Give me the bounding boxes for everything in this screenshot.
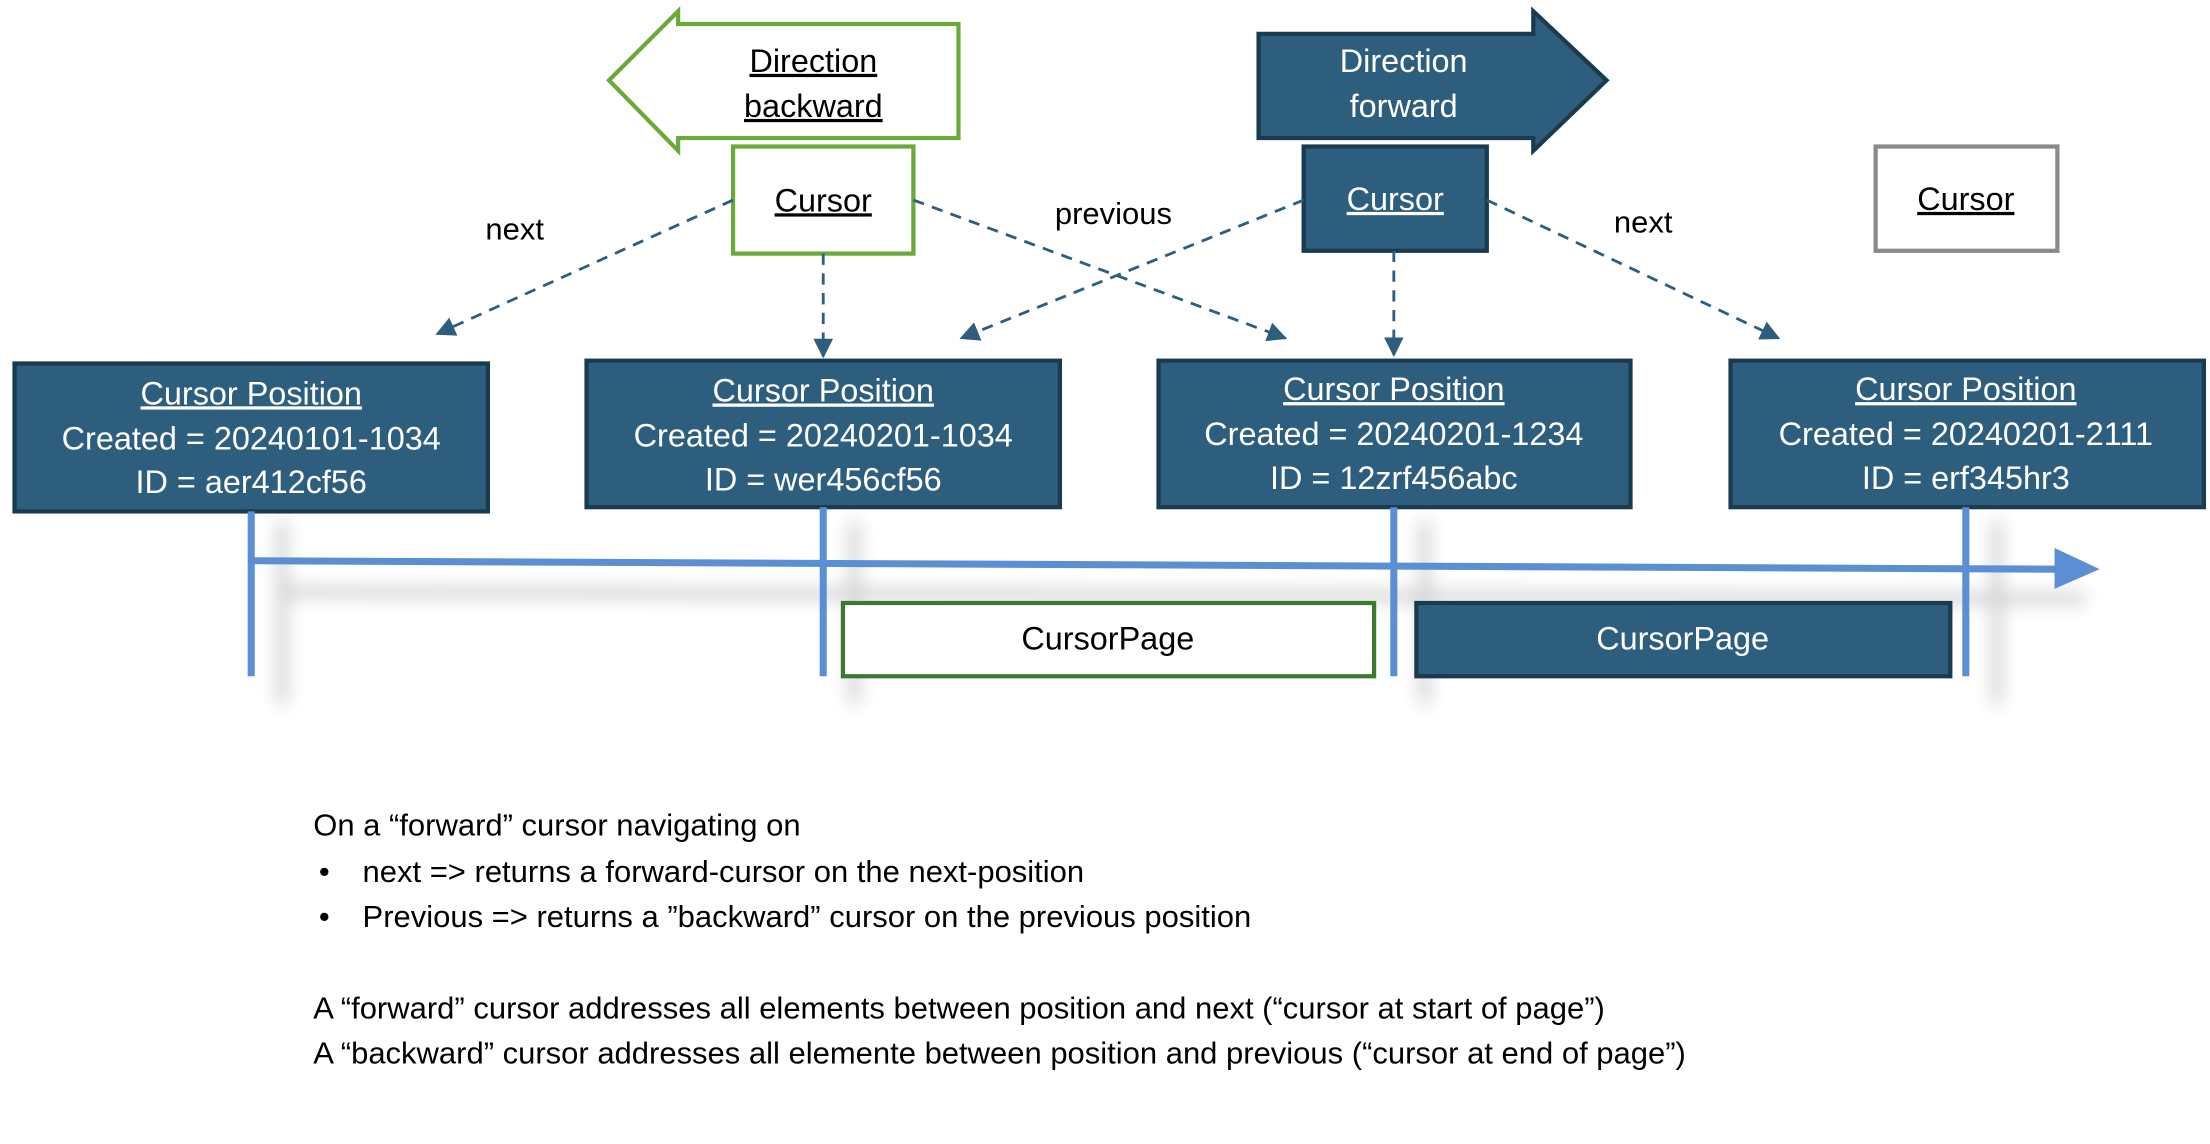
direction-backward-arrow: Direction backward (606, 6, 961, 156)
notes-intro: On a “forward” cursor navigating on (313, 807, 800, 842)
edge-label-next-right: next (1614, 204, 1673, 239)
cursor-page-label: CursorPage (1021, 620, 1194, 656)
cursor-page-forward: CursorPage (1414, 600, 1953, 679)
cursor-page-label: CursorPage (1596, 620, 1769, 656)
edge-label-next-left: next (485, 212, 544, 247)
edge-label-previous: previous (1055, 196, 1172, 231)
position-title: Cursor Position (1283, 371, 1504, 407)
position-id: ID = erf345hr3 (1862, 460, 2070, 496)
position-box: Cursor Position Created = 20240101-1034 … (12, 361, 491, 514)
position-box: Cursor Position Created = 20240201-1234 … (1156, 358, 1633, 510)
position-id: ID = wer456cf56 (705, 461, 942, 497)
bullet-icon: • (319, 854, 330, 889)
direction-forward-line1: Direction (1340, 43, 1468, 79)
bullet-icon: • (319, 899, 330, 934)
notes-line-backward: A “backward” cursor addresses all elemen… (313, 1036, 1686, 1071)
cursor-label: Cursor (775, 182, 872, 218)
notes-bullet: next => returns a forward-cursor on the … (363, 854, 1085, 889)
cursor-forward: Cursor (1301, 144, 1489, 253)
position-created: Created = 20240201-1034 (634, 418, 1013, 454)
position-box: Cursor Position Created = 20240201-1034 … (584, 358, 1063, 510)
direction-forward-arrow: Direction forward (1256, 6, 1610, 156)
notes-line-forward: A “forward” cursor addresses all element… (313, 991, 1605, 1026)
cursor-page-backward: CursorPage (840, 600, 1377, 679)
position-title: Cursor Position (141, 375, 362, 411)
position-title: Cursor Position (1855, 371, 2076, 407)
position-id: ID = 12zrf456abc (1270, 460, 1518, 496)
position-box: Cursor Position Created = 20240201-2111 … (1728, 358, 2207, 510)
position-title: Cursor Position (713, 373, 934, 409)
position-created: Created = 20240201-2111 (1779, 416, 2153, 452)
cursor-inactive: Cursor (1873, 144, 2060, 253)
explanation-notes: On a “forward” cursor navigating on • ne… (313, 807, 1686, 1070)
position-created: Created = 20240201-1234 (1204, 416, 1583, 452)
position-created: Created = 20240101-1034 (62, 420, 441, 456)
position-id: ID = aer412cf56 (136, 464, 367, 500)
arrow-backward-next (435, 198, 734, 336)
direction-backward-line1: Direction (749, 43, 877, 79)
direction-backward-line2: backward (744, 88, 883, 124)
cursor-label: Cursor (1347, 181, 1444, 217)
cursor-label: Cursor (1917, 181, 2014, 217)
cursor-backward: Cursor (730, 144, 916, 256)
timeline-arrowhead (2054, 548, 2100, 589)
cursor-diagram: Direction backward Direction forward Cur… (12, 6, 2207, 1071)
direction-forward-line2: forward (1350, 88, 1458, 124)
notes-bullet: Previous => returns a ”backward” cursor … (363, 899, 1252, 934)
